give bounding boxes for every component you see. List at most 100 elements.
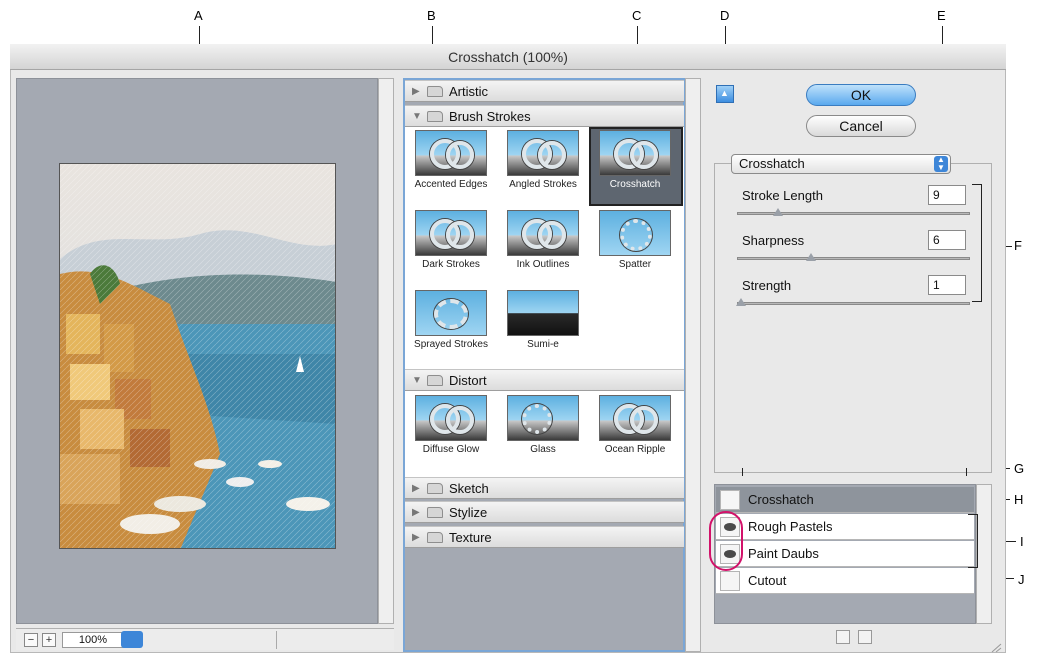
callout-h: H — [1014, 492, 1024, 507]
filter-label: Crosshatch — [609, 179, 661, 190]
effect-layer-row[interactable]: Cutout — [716, 568, 974, 594]
filter-thumb-sumi-e[interactable] — [507, 290, 579, 336]
filter-label: Glass — [530, 444, 556, 455]
zoom-in-button[interactable]: + — [42, 633, 56, 647]
category-distort[interactable]: ▼ Distort — [405, 369, 684, 391]
zoom-dropdown-icon[interactable] — [121, 631, 143, 648]
filter-label: Ink Outlines — [516, 259, 570, 270]
category-label: Brush Strokes — [449, 109, 531, 124]
resize-grip-glyph — [991, 643, 1002, 653]
callout-e: E — [937, 8, 946, 23]
filter-thumb-spatter[interactable] — [599, 210, 671, 256]
folder-icon — [427, 111, 443, 122]
visibility-highlight-ellipse — [709, 511, 743, 571]
category-stylize[interactable]: ▶ Stylize — [405, 501, 684, 523]
effect-layer-name: Crosshatch — [748, 492, 814, 507]
triangle-right-icon: ▶ — [412, 86, 420, 97]
new-effect-layer-icon[interactable] — [836, 630, 850, 644]
callout-d: D — [720, 8, 730, 23]
category-label: Distort — [449, 373, 487, 388]
hidden-layers-bracket — [968, 514, 978, 568]
category-label: Sketch — [449, 481, 489, 496]
zoom-out-button[interactable]: − — [24, 633, 38, 647]
folder-icon — [427, 86, 443, 97]
strength-slider[interactable] — [737, 302, 970, 305]
folder-icon — [427, 532, 443, 543]
gallery-scrollbar[interactable] — [685, 78, 701, 652]
params-bracket — [972, 184, 982, 302]
layers-bracket-left — [742, 468, 743, 476]
filter-thumb-glass[interactable] — [507, 395, 579, 441]
filter-thumb-angled-strokes[interactable] — [507, 130, 579, 176]
dialog-title: Crosshatch (100%) — [10, 44, 1006, 70]
filter-label: Sumi-e — [527, 339, 559, 350]
triangle-up-icon: ▲ — [720, 88, 729, 98]
filter-settings-panel — [714, 163, 992, 473]
visibility-toggle[interactable] — [720, 490, 740, 510]
filter-label: Diffuse Glow — [422, 444, 480, 455]
category-artistic[interactable]: ▶ Artistic — [405, 80, 684, 102]
param-label-sharpness: Sharpness — [742, 233, 805, 248]
zoom-bar: − + 100% — [16, 628, 394, 650]
strength-input[interactable]: 1 — [928, 275, 966, 295]
filter-thumb-sprayed-strokes[interactable] — [415, 290, 487, 336]
effect-layer-name: Rough Pastels — [748, 519, 833, 534]
folder-icon — [427, 375, 443, 386]
triangle-down-icon: ▼ — [412, 375, 422, 386]
filter-label: Spatter — [618, 259, 652, 270]
stroke-length-slider[interactable] — [737, 212, 970, 215]
filter-thumb-dark-strokes[interactable] — [415, 210, 487, 256]
sharpness-input[interactable]: 6 — [928, 230, 966, 250]
filter-select[interactable]: Crosshatch ▲ ▼ — [731, 154, 951, 174]
collapse-gallery-button[interactable]: ▲ — [716, 85, 734, 103]
callout-a: A — [194, 8, 203, 23]
callout-b: B — [427, 8, 436, 23]
category-label: Artistic — [449, 84, 488, 99]
sharpness-slider[interactable] — [737, 257, 970, 260]
filter-thumb-accented-edges[interactable] — [415, 130, 487, 176]
category-label: Stylize — [449, 505, 488, 520]
effect-layer-name: Cutout — [748, 573, 787, 588]
folder-icon — [427, 483, 443, 494]
harbor-image — [60, 164, 335, 548]
category-brush-strokes[interactable]: ▼ Brush Strokes — [405, 105, 684, 127]
sharpness-slider-thumb[interactable] — [805, 253, 816, 261]
category-texture[interactable]: ▶ Texture — [405, 526, 684, 548]
zoom-divider — [276, 631, 277, 649]
stroke-length-slider-thumb[interactable] — [773, 208, 784, 216]
folder-icon — [427, 507, 443, 518]
filter-thumb-crosshatch[interactable] — [599, 130, 671, 176]
triangle-right-icon: ▶ — [412, 507, 420, 518]
filter-thumb-ocean-ripple[interactable] — [599, 395, 671, 441]
filter-label: Dark Strokes — [422, 259, 480, 270]
param-label-stroke-length: Stroke Length — [742, 188, 823, 203]
triangle-right-icon: ▶ — [412, 532, 420, 543]
ok-button[interactable]: OK — [806, 84, 916, 106]
layers-bracket-right — [966, 468, 967, 476]
layers-scrollbar[interactable] — [976, 484, 992, 624]
delete-effect-layer-icon[interactable] — [858, 630, 872, 644]
filter-label: Angled Strokes — [509, 179, 577, 190]
filter-label: Accented Edges — [414, 179, 488, 190]
effect-layer-row[interactable]: Rough Pastels — [716, 514, 974, 540]
zoom-field[interactable]: 100% — [62, 632, 124, 648]
effect-layer-row[interactable]: Crosshatch — [716, 487, 974, 513]
effect-layer-row[interactable]: Paint Daubs — [716, 541, 974, 567]
updown-arrows-icon: ▲ ▼ — [934, 156, 948, 172]
cancel-button[interactable]: Cancel — [806, 115, 916, 137]
callout-g: G — [1014, 461, 1025, 476]
strength-slider-thumb[interactable] — [736, 298, 746, 306]
effect-layer-name: Paint Daubs — [748, 546, 819, 561]
filter-thumb-diffuse-glow[interactable] — [415, 395, 487, 441]
stroke-length-input[interactable]: 9 — [928, 185, 966, 205]
category-sketch[interactable]: ▶ Sketch — [405, 477, 684, 499]
callout-i: I — [1020, 534, 1024, 549]
triangle-down-icon: ▼ — [412, 111, 422, 122]
category-label: Texture — [449, 530, 492, 545]
filter-label: Ocean Ripple — [604, 444, 666, 455]
filter-thumb-ink-outlines[interactable] — [507, 210, 579, 256]
resize-grip-icon[interactable] — [990, 640, 1002, 653]
triangle-right-icon: ▶ — [412, 483, 420, 494]
visibility-toggle[interactable] — [720, 571, 740, 591]
preview-scrollbar[interactable] — [378, 78, 394, 624]
